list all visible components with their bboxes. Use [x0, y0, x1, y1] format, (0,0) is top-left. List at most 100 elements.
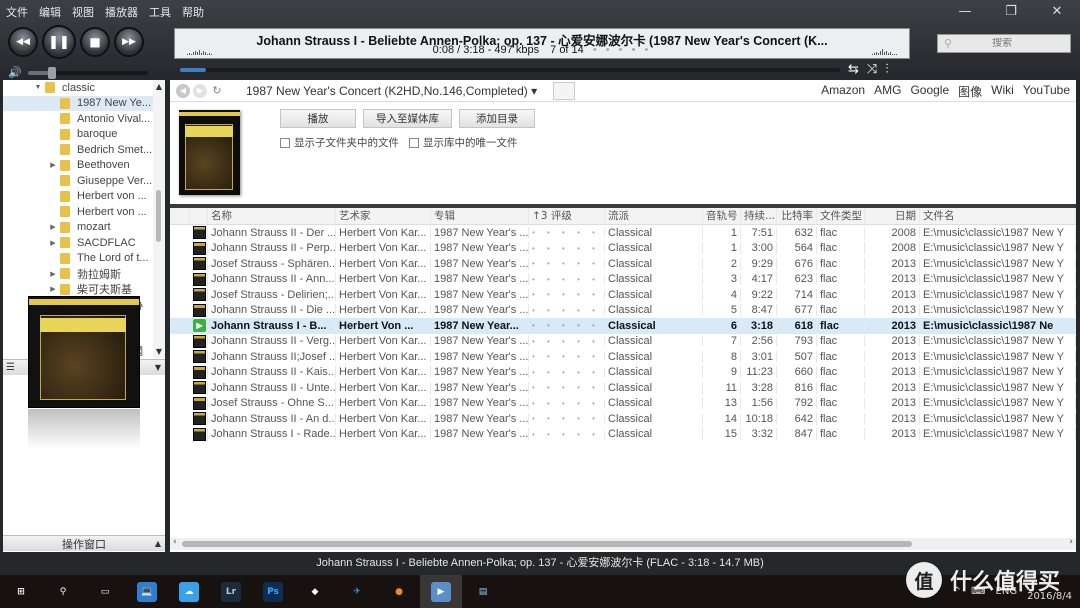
- tree-item[interactable]: ▶ mozart: [3, 220, 153, 236]
- operations-panel-header[interactable]: 操作窗口 ▲: [3, 535, 165, 551]
- tree-item[interactable]: ▶ Beethoven: [3, 158, 153, 174]
- rating-cell[interactable]: • • • • •: [529, 274, 605, 284]
- panel-menu-icon[interactable]: ☰: [6, 362, 15, 373]
- previous-button[interactable]: ◀◀: [8, 27, 38, 57]
- table-row[interactable]: Johann Strauss II - Unte... Herbert Von K…: [170, 380, 1076, 396]
- search-input[interactable]: [952, 38, 1053, 49]
- tree-item[interactable]: ▶ 勃拉姆斯: [3, 266, 153, 282]
- pause-button[interactable]: ❚❚: [42, 25, 76, 59]
- stop-button[interactable]: ■: [80, 27, 110, 57]
- link-amazon[interactable]: Amazon: [821, 83, 865, 100]
- rating-cell[interactable]: • • • • •: [529, 414, 605, 424]
- tree-scrollbar[interactable]: ▲ ▼: [153, 80, 165, 358]
- expand-right-icon[interactable]: ▶: [48, 285, 58, 293]
- scroll-up-icon[interactable]: ▲: [153, 82, 165, 91]
- taskbar-task-view[interactable]: ▭: [84, 575, 126, 608]
- table-row[interactable]: Johann Strauss I - Rade... Herbert Von Ka…: [170, 427, 1076, 443]
- taskbar-baidu-cloud[interactable]: ☁: [168, 575, 210, 608]
- tree-item[interactable]: The Lord of t...: [3, 251, 153, 267]
- rating-cell[interactable]: • • • • •: [529, 367, 605, 377]
- link-google[interactable]: Google: [910, 83, 949, 100]
- taskbar-notepad[interactable]: ▤: [462, 575, 504, 608]
- add-directory-button[interactable]: 添加目录: [459, 109, 535, 128]
- breadcrumb[interactable]: 1987 New Year's Concert (K2HD,No.146,Com…: [246, 84, 537, 98]
- equalizer-icon[interactable]: ⫶: [885, 62, 888, 77]
- tree-item[interactable]: Antonio Vival...: [3, 111, 153, 127]
- column-header[interactable]: 名称: [208, 208, 336, 224]
- tree-item[interactable]: ▼ classic: [3, 80, 153, 96]
- column-header[interactable]: 文件类型: [817, 208, 865, 224]
- link-wiki[interactable]: Wiki: [991, 83, 1014, 100]
- taskbar-firefox[interactable]: ●: [378, 575, 420, 608]
- taskbar-this-pc[interactable]: 💻: [126, 575, 168, 608]
- table-row-playing[interactable]: ▶ Johann Strauss I - B... Herbert Von ... 1…: [170, 318, 1076, 334]
- table-row[interactable]: Johann Strauss II - Verg... Herbert Von K…: [170, 334, 1076, 350]
- repeat-icon[interactable]: ⇆: [848, 62, 859, 77]
- column-header[interactable]: ↑3 评级: [529, 208, 605, 224]
- table-row[interactable]: Johann Strauss II - Perp... Herbert Von K…: [170, 241, 1076, 257]
- tree-item[interactable]: Herbert von ...: [3, 189, 153, 205]
- rating-cell[interactable]: • • • • •: [529, 290, 605, 300]
- taskbar-foobar[interactable]: ◆: [294, 575, 336, 608]
- chevron-up-icon[interactable]: ▲: [155, 539, 161, 548]
- next-button[interactable]: ▶▶: [114, 27, 144, 57]
- rating-cell[interactable]: • • • • •: [529, 336, 605, 346]
- table-row[interactable]: Josef Strauss - Delirien;... Herbert Von …: [170, 287, 1076, 303]
- expand-right-icon[interactable]: ▶: [48, 223, 58, 231]
- horizontal-scroll-thumb[interactable]: [182, 541, 912, 547]
- shuffle-icon[interactable]: ⤨: [867, 62, 877, 77]
- menu-player[interactable]: 播放器: [105, 4, 138, 20]
- refresh-icon[interactable]: ↻: [210, 84, 224, 98]
- tree-item[interactable]: 1987 New Ye...: [3, 95, 153, 111]
- back-icon[interactable]: ◀: [176, 83, 190, 98]
- column-header[interactable]: 比特率: [777, 208, 817, 224]
- show-subfolder-checkbox[interactable]: [280, 137, 290, 148]
- menu-tools[interactable]: 工具: [149, 4, 171, 20]
- menu-edit[interactable]: 编辑: [39, 4, 61, 20]
- link-images[interactable]: 图像: [958, 83, 982, 100]
- taskbar-photoshop[interactable]: Ps: [252, 575, 294, 608]
- rating-cell[interactable]: • • • • •: [529, 352, 605, 362]
- column-header[interactable]: 专辑: [431, 208, 529, 224]
- rating-cell[interactable]: • • • • •: [529, 383, 605, 393]
- menu-help[interactable]: 帮助: [182, 4, 204, 20]
- column-header[interactable]: 音轨号: [703, 208, 741, 224]
- rating-cell[interactable]: • • • • •: [529, 259, 605, 269]
- breadcrumb-extra-button[interactable]: [553, 81, 576, 100]
- taskbar-lightroom[interactable]: Lr: [210, 575, 252, 608]
- expand-right-icon[interactable]: ▶: [48, 161, 58, 169]
- tree-item[interactable]: ▶ 柴可夫斯基: [3, 282, 153, 298]
- taskbar-bird-app[interactable]: ✈: [336, 575, 378, 608]
- expand-right-icon[interactable]: ▶: [48, 239, 58, 247]
- taskbar-search[interactable]: ⚲: [42, 575, 84, 608]
- show-subfolder-option[interactable]: 显示子文件夹中的文件: [280, 135, 399, 150]
- rating-cell[interactable]: • • • • •: [529, 398, 605, 408]
- show-unique-option[interactable]: 显示库中的唯一文件: [409, 135, 518, 150]
- expand-right-icon[interactable]: ▶: [48, 270, 58, 278]
- scroll-right-icon[interactable]: ›: [1069, 537, 1073, 547]
- table-row[interactable]: Johann Strauss II - Kais... Herbert Von K…: [170, 365, 1076, 381]
- close-button[interactable]: ✕: [1034, 0, 1080, 22]
- horizontal-scrollbar[interactable]: ‹ ›: [170, 537, 1076, 550]
- scroll-down-icon[interactable]: ▼: [153, 347, 165, 356]
- minimize-button[interactable]: —: [942, 0, 988, 22]
- volume-knob[interactable]: [47, 66, 56, 79]
- tree-item[interactable]: Herbert von ...: [3, 204, 153, 220]
- tree-item[interactable]: ▶ SACDFLAC: [3, 235, 153, 251]
- tree-item[interactable]: baroque: [3, 127, 153, 143]
- column-header[interactable]: 艺术家: [336, 208, 431, 224]
- column-header[interactable]: 持续...: [741, 208, 777, 224]
- table-row[interactable]: Josef Strauss - Ohne S... Herbert Von Kar…: [170, 396, 1076, 412]
- rating-cell[interactable]: • • • • •: [529, 321, 605, 331]
- table-row[interactable]: Johann Strauss II;Josef ... Herbert Von K…: [170, 349, 1076, 365]
- taskbar-media-player[interactable]: ▶: [420, 575, 462, 608]
- table-row[interactable]: Johann Strauss II - Der ... Herbert Von K…: [170, 225, 1076, 241]
- import-library-button[interactable]: 导入至媒体库: [363, 109, 452, 128]
- table-row[interactable]: Josef Strauss - Sphären... Herbert Von Ka…: [170, 256, 1076, 272]
- expand-down-icon[interactable]: ▼: [33, 84, 43, 91]
- link-amg[interactable]: AMG: [874, 83, 901, 100]
- tree-item[interactable]: Giuseppe Ver...: [3, 173, 153, 189]
- table-row[interactable]: Johann Strauss II - An d... Herbert Von K…: [170, 411, 1076, 427]
- scroll-left-icon[interactable]: ‹: [173, 537, 177, 547]
- link-youtube[interactable]: YouTube: [1023, 83, 1070, 100]
